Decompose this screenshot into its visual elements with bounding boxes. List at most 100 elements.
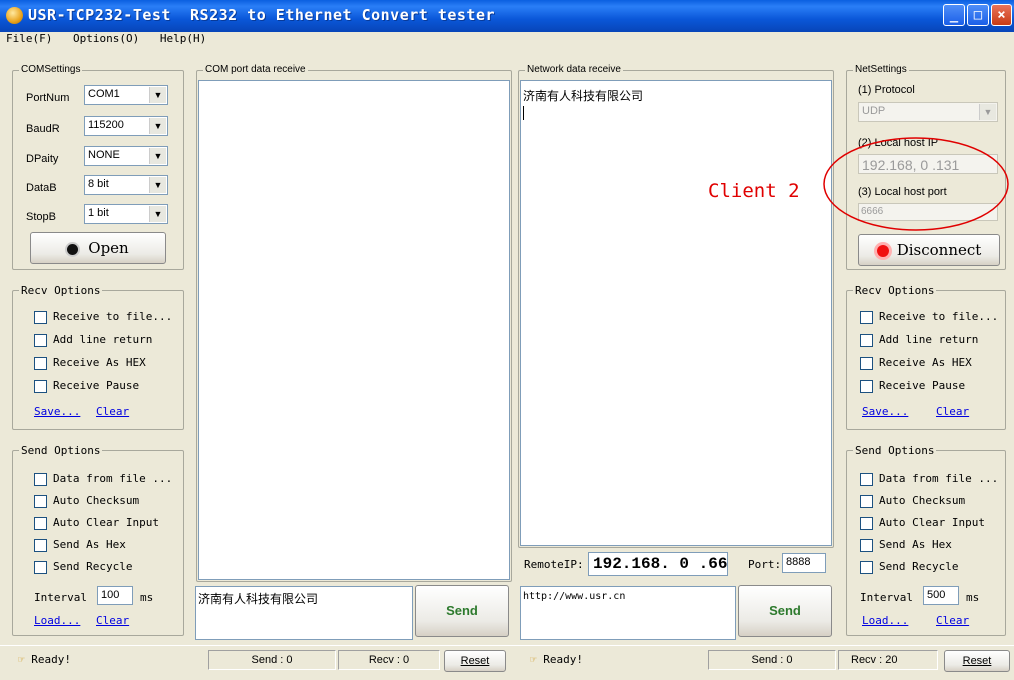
right-auto-checksum-checkbox[interactable]: Auto Checksum (860, 494, 965, 508)
checkbox-box (860, 516, 873, 530)
right-save-link[interactable]: Save... (862, 405, 908, 418)
left-recv-hex-checkbox[interactable]: Receive As HEX (34, 356, 146, 370)
checkbox-box (860, 356, 873, 370)
baud-value: 115200 (88, 119, 124, 131)
protocol-label: (1) Protocol (858, 84, 915, 96)
checkbox-box (860, 494, 873, 508)
left-send-hex-checkbox[interactable]: Send As Hex (34, 538, 126, 552)
left-recv-to-file-checkbox[interactable]: Receive to file... (34, 310, 172, 324)
right-status: ☞ Ready! (530, 653, 583, 666)
right-recv-count: Recv : 20 (838, 650, 938, 670)
net-settings-label: NetSettings (853, 64, 909, 75)
right-recv-hex-checkbox[interactable]: Receive As HEX (860, 356, 972, 370)
right-recv-clear-link[interactable]: Clear (936, 405, 969, 418)
left-reset-button[interactable]: Reset (444, 650, 506, 672)
stopbits-value: 1 bit (88, 207, 109, 219)
right-recv-pause-checkbox[interactable]: Receive Pause (860, 379, 965, 393)
menu-help[interactable]: Help(H) (160, 32, 206, 45)
databits-select[interactable]: 8 bit ▼ (84, 175, 168, 195)
right-load-link[interactable]: Load... (862, 614, 908, 627)
parity-select[interactable]: NONE ▼ (84, 146, 168, 166)
menu-file[interactable]: File(F) (6, 32, 52, 45)
chevron-down-icon: ▼ (149, 177, 166, 193)
connection-status-icon (876, 245, 889, 257)
left-interval-unit: ms (140, 591, 154, 604)
right-send-hex-checkbox[interactable]: Send As Hex (860, 538, 952, 552)
ready-icon: ☞ (530, 653, 544, 666)
left-send-recycle-checkbox[interactable]: Send Recycle (34, 560, 132, 574)
left-recv-options-label: Recv Options (19, 284, 103, 297)
checkbox-label: Send Recycle (53, 560, 133, 573)
annotation-ellipse (823, 137, 1009, 231)
checkbox-label: Send As Hex (53, 538, 126, 551)
left-interval-label: Interval (34, 591, 87, 604)
right-send-clear-link[interactable]: Clear (936, 614, 969, 627)
right-interval-input[interactable]: 500 (923, 586, 959, 605)
baud-label: BaudR (26, 123, 60, 135)
protocol-select[interactable]: UDP ▼ (858, 102, 998, 122)
left-auto-clear-input-checkbox[interactable]: Auto Clear Input (34, 516, 159, 530)
com-receive-label: COM port data receive (203, 64, 308, 75)
right-data-from-file-checkbox[interactable]: Data from file ... (860, 472, 998, 486)
protocol-value: UDP (862, 105, 886, 117)
menu-options[interactable]: Options(O) (73, 32, 139, 45)
net-receive-area[interactable]: 济南有人科技有限公司 (520, 80, 832, 546)
right-ready-text: Ready! (543, 653, 583, 666)
com-receive-area[interactable] (198, 80, 510, 580)
left-data-from-file-checkbox[interactable]: Data from file ... (34, 472, 172, 486)
left-save-link[interactable]: Save... (34, 405, 80, 418)
left-send-clear-link[interactable]: Clear (96, 614, 129, 627)
remote-port-label: Port: (748, 558, 782, 571)
remote-ip-input[interactable]: 192.168. 0 .66 (588, 552, 728, 576)
left-send-options-label: Send Options (19, 444, 103, 457)
open-button[interactable]: Open (30, 232, 166, 264)
right-recv-to-file-checkbox[interactable]: Receive to file... (860, 310, 998, 324)
left-interval-input[interactable]: 100 (97, 586, 133, 605)
maximize-button[interactable]: □ (967, 4, 989, 26)
right-interval-unit: ms (966, 591, 980, 604)
stopbits-select[interactable]: 1 bit ▼ (84, 204, 168, 224)
port-select[interactable]: COM1 ▼ (84, 85, 168, 105)
baud-select[interactable]: 115200 ▼ (84, 116, 168, 136)
remote-port-input[interactable]: 8888 (782, 553, 826, 573)
checkbox-box (860, 333, 873, 347)
close-button[interactable]: × (991, 4, 1012, 26)
disconnect-button[interactable]: Disconnect (858, 234, 1000, 266)
left-add-line-return-checkbox[interactable]: Add line return (34, 333, 152, 347)
chevron-down-icon: ▼ (149, 87, 166, 103)
checkbox-box (34, 538, 47, 552)
right-auto-clear-input-checkbox[interactable]: Auto Clear Input (860, 516, 985, 530)
checkbox-label: Data from file ... (879, 472, 999, 485)
checkbox-box (34, 516, 47, 530)
right-reset-button[interactable]: Reset (944, 650, 1010, 672)
text-cursor (523, 106, 524, 120)
com-send-input[interactable]: 济南有人科技有限公司 (195, 586, 413, 640)
checkbox-box (860, 379, 873, 393)
remote-ip-label: RemoteIP: (524, 558, 584, 571)
left-load-link[interactable]: Load... (34, 614, 80, 627)
net-send-button[interactable]: Send (738, 585, 832, 637)
com-send-button[interactable]: Send (415, 585, 509, 637)
checkbox-box (860, 538, 873, 552)
minimize-button[interactable]: _ (943, 4, 965, 26)
chevron-down-icon: ▼ (149, 118, 166, 134)
disconnect-button-label: Disconnect (896, 241, 982, 259)
right-send-options-label: Send Options (853, 444, 937, 457)
checkbox-label: Send As Hex (879, 538, 952, 551)
checkbox-label: Auto Checksum (879, 494, 966, 507)
port-value: COM1 (88, 88, 120, 100)
menu-bar: File(F) Options(O) Help(H) (0, 32, 1014, 50)
net-send-input[interactable]: http://www.usr.cn (520, 586, 736, 640)
left-recv-pause-checkbox[interactable]: Receive Pause (34, 379, 139, 393)
right-add-line-return-checkbox[interactable]: Add line return (860, 333, 978, 347)
right-interval-label: Interval (860, 591, 913, 604)
left-recv-clear-link[interactable]: Clear (96, 405, 129, 418)
status-divider (0, 645, 1014, 646)
checkbox-label: Auto Clear Input (879, 516, 985, 529)
checkbox-label: Receive to file... (879, 310, 999, 323)
open-button-label: Open (88, 239, 129, 257)
right-send-recycle-checkbox[interactable]: Send Recycle (860, 560, 958, 574)
chevron-down-icon: ▼ (979, 104, 996, 120)
checkbox-label: Receive As HEX (879, 356, 972, 369)
left-auto-checksum-checkbox[interactable]: Auto Checksum (34, 494, 139, 508)
